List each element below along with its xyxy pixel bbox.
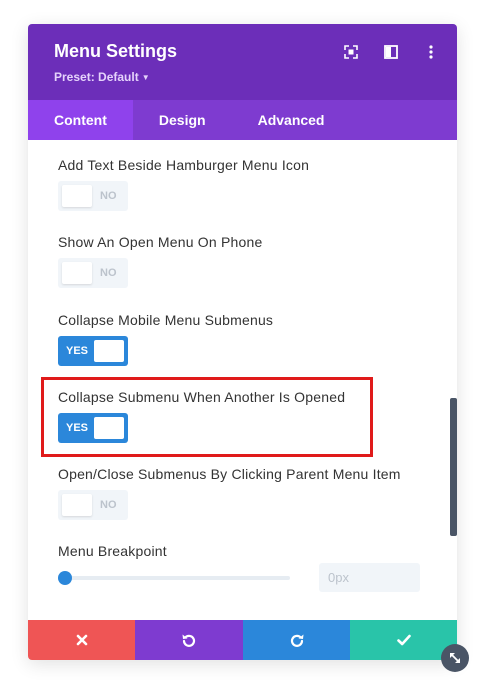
- toggle-state: YES: [66, 345, 89, 357]
- toggle-knob: [62, 262, 92, 284]
- expand-icon[interactable]: [343, 44, 359, 60]
- toggle-knob: [62, 494, 92, 516]
- preset-label: Preset: Default: [54, 70, 139, 84]
- toggle-click-parent-item[interactable]: NO: [58, 490, 128, 520]
- setting-hamburger-text: Add Text Beside Hamburger Menu Icon NO: [58, 157, 310, 211]
- preset-selector[interactable]: Preset: Default ▼: [54, 70, 150, 84]
- redo-icon: [290, 634, 303, 647]
- menu-settings-modal: Menu Settings Preset: Default ▼ Content …: [28, 24, 457, 660]
- resize-handle[interactable]: [441, 644, 469, 672]
- scrollbar[interactable]: [450, 398, 457, 536]
- toggle-state: NO: [100, 190, 117, 202]
- discard-button[interactable]: [28, 620, 135, 660]
- setting-label: Show An Open Menu On Phone: [58, 234, 263, 250]
- redo-button[interactable]: [243, 620, 350, 660]
- resize-arrows-icon: [450, 653, 460, 663]
- breakpoint-input[interactable]: [319, 563, 420, 592]
- sidebar-layout-icon[interactable]: [383, 44, 399, 60]
- modal-title: Menu Settings: [54, 41, 178, 61]
- toggle-collapse-mobile-submenus[interactable]: YES: [58, 336, 128, 366]
- toggle-knob: [62, 185, 92, 207]
- toggle-state: NO: [100, 267, 117, 279]
- setting-label: Add Text Beside Hamburger Menu Icon: [58, 157, 310, 173]
- toggle-knob: [94, 340, 124, 362]
- setting-click-parent-item: Open/Close Submenus By Clicking Parent M…: [58, 466, 401, 520]
- slider-handle[interactable]: [58, 571, 72, 585]
- toggle-open-menu-phone[interactable]: NO: [58, 258, 128, 288]
- settings-panel: Add Text Beside Hamburger Menu Icon NO S…: [28, 140, 457, 620]
- setting-menu-breakpoint: Menu Breakpoint: [58, 543, 438, 603]
- toggle-hamburger-text[interactable]: NO: [58, 181, 128, 211]
- check-icon: [396, 634, 411, 646]
- setting-label: Open/Close Submenus By Clicking Parent M…: [58, 466, 401, 482]
- setting-collapse-submenu-another-opened: Collapse Submenu When Another Is Opened …: [58, 389, 346, 443]
- setting-open-menu-phone: Show An Open Menu On Phone NO: [58, 234, 263, 288]
- modal-header: Menu Settings Preset: Default ▼: [28, 24, 457, 100]
- undo-button[interactable]: [135, 620, 243, 660]
- caret-down-icon: ▼: [141, 73, 150, 82]
- more-options-icon[interactable]: [423, 44, 439, 60]
- action-bar: [28, 620, 457, 660]
- toggle-knob: [94, 417, 124, 439]
- setting-collapse-mobile-submenus: Collapse Mobile Menu Submenus YES: [58, 312, 274, 366]
- undo-icon: [182, 634, 196, 647]
- slider-track[interactable]: [64, 576, 290, 580]
- tab-design[interactable]: Design: [133, 100, 232, 140]
- toggle-state: YES: [66, 422, 89, 434]
- tab-bar: Content Design Advanced: [28, 100, 457, 140]
- setting-label: Menu Breakpoint: [58, 543, 167, 559]
- setting-label: Collapse Submenu When Another Is Opened: [58, 389, 346, 405]
- toggle-collapse-submenu-another-opened[interactable]: YES: [58, 413, 128, 443]
- setting-label: Collapse Mobile Menu Submenus: [58, 312, 274, 328]
- close-icon: [76, 634, 87, 646]
- toggle-state: NO: [100, 499, 117, 511]
- tab-advanced[interactable]: Advanced: [232, 100, 351, 140]
- tab-content[interactable]: Content: [28, 100, 133, 140]
